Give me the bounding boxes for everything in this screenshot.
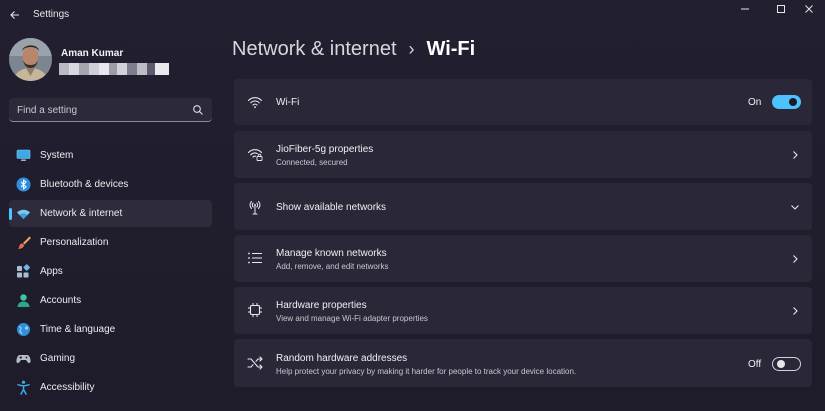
card-title: Wi-Fi [276, 97, 300, 108]
accessibility-icon [17, 380, 30, 395]
sidebar-item-label: Personalization [40, 237, 109, 248]
sidebar-item-system[interactable]: System [9, 142, 212, 169]
sidebar-item-label: Bluetooth & devices [40, 179, 129, 190]
random-addresses-toggle-state-label: Off [748, 359, 762, 370]
available-networks-card[interactable]: Show available networks [234, 183, 812, 230]
search-input[interactable]: Find a setting [17, 105, 77, 116]
apps-icon [17, 264, 30, 278]
gamepad-icon [16, 355, 31, 364]
sidebar-item-gaming[interactable]: Gaming [9, 345, 212, 372]
breadcrumb: Network & internet › Wi-Fi [232, 38, 475, 64]
chevron-down-icon [791, 205, 799, 210]
chevron-right-icon [793, 255, 798, 263]
random-addresses-toggle[interactable] [772, 357, 801, 371]
sidebar: Aman Kumar Find a setting System Bluetoo… [0, 30, 220, 411]
title-bar: Settings [0, 0, 825, 30]
random-addresses-card: Random hardware addresses Help protect y… [234, 339, 812, 387]
network-properties-card[interactable]: JioFiber-5g properties Connected, secure… [234, 131, 812, 178]
chevron-right-icon [793, 307, 798, 315]
user-email-redacted [59, 63, 169, 75]
sidebar-nav: System Bluetooth & devices Network & int… [9, 142, 212, 403]
minimize-icon [741, 8, 749, 10]
card-title: Hardware properties [276, 300, 367, 311]
chevron-right-icon [793, 151, 798, 159]
sidebar-item-accounts[interactable]: Accounts [9, 287, 212, 314]
toggle-knob [789, 98, 797, 106]
card-title: Random hardware addresses [276, 353, 408, 364]
avatar[interactable] [9, 38, 52, 81]
bluetooth-icon [16, 177, 31, 192]
minimize-button[interactable] [726, 0, 764, 18]
hardware-properties-card[interactable]: Hardware properties View and manage Wi-F… [234, 287, 812, 334]
sidebar-item-bluetooth[interactable]: Bluetooth & devices [9, 171, 212, 198]
breadcrumb-parent[interactable]: Network & internet [232, 38, 397, 61]
toggle-knob [777, 360, 785, 368]
active-indicator [9, 208, 12, 220]
sidebar-item-label: Gaming [40, 353, 76, 364]
card-subtitle: Connected, secured [276, 158, 348, 167]
globe-icon [17, 323, 30, 336]
wifi-secured-icon [247, 149, 263, 161]
close-icon [805, 5, 813, 13]
sidebar-item-label: Network & internet [40, 208, 123, 219]
sidebar-item-network[interactable]: Network & internet [9, 200, 212, 227]
wifi-toggle-card: Wi-Fi On [234, 79, 812, 125]
list-icon [248, 252, 262, 264]
sidebar-item-time-language[interactable]: Time & language [9, 316, 212, 343]
sidebar-item-label: Time & language [40, 324, 116, 335]
paintbrush-icon [18, 236, 31, 249]
back-button[interactable] [6, 6, 24, 24]
settings-window: Settings Aman Kumar Find a setting Syste… [0, 0, 825, 411]
search-box[interactable]: Find a setting [9, 98, 212, 122]
breadcrumb-separator-icon: › [408, 39, 415, 59]
search-icon [193, 105, 203, 115]
sidebar-item-accessibility[interactable]: Accessibility [9, 374, 212, 401]
antenna-icon [249, 201, 261, 215]
card-subtitle: Add, remove, and edit networks [276, 262, 389, 271]
close-button[interactable] [790, 0, 825, 18]
sidebar-item-label: Accessibility [40, 382, 95, 393]
wifi-icon [17, 209, 30, 219]
sidebar-item-label: System [40, 150, 74, 161]
maximize-icon [777, 5, 785, 13]
shuffle-icon [247, 356, 263, 370]
page-title: Wi-Fi [426, 38, 476, 60]
sidebar-item-label: Accounts [40, 295, 82, 306]
wifi-toggle-state-label: On [748, 97, 762, 108]
card-title: Manage known networks [276, 248, 387, 259]
app-title: Settings [33, 9, 70, 20]
card-title: JioFiber-5g properties [276, 144, 374, 155]
wifi-toggle[interactable] [772, 95, 801, 109]
person-icon [17, 294, 30, 307]
known-networks-card[interactable]: Manage known networks Add, remove, and e… [234, 235, 812, 282]
user-photo [9, 38, 52, 81]
wifi-icon [247, 97, 263, 109]
chip-icon [248, 303, 262, 317]
arrow-left-icon [10, 11, 19, 19]
card-subtitle: Help protect your privacy by making it h… [276, 367, 577, 376]
sidebar-item-label: Apps [40, 266, 63, 277]
card-subtitle: View and manage Wi-Fi adapter properties [276, 314, 428, 323]
monitor-icon [16, 149, 31, 161]
card-title: Show available networks [276, 202, 387, 213]
sidebar-item-apps[interactable]: Apps [9, 258, 212, 285]
sidebar-item-personalization[interactable]: Personalization [9, 229, 212, 256]
user-name: Aman Kumar [61, 48, 124, 59]
